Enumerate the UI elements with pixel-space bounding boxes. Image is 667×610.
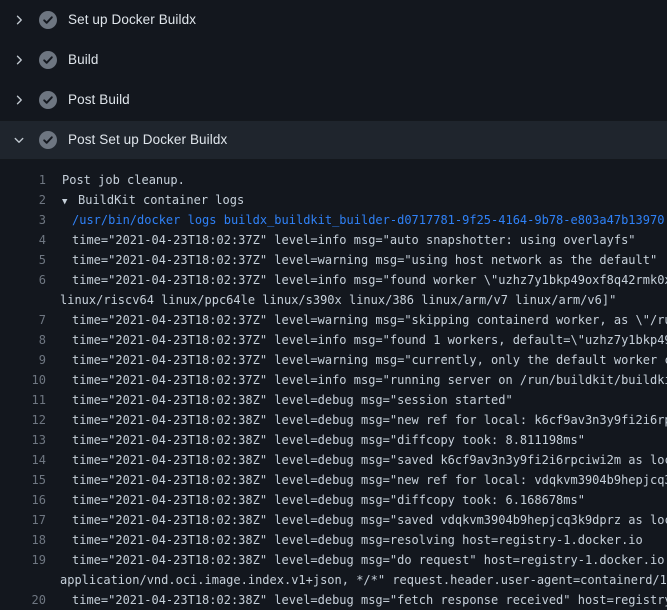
log-line-number[interactable]: 3	[0, 210, 46, 230]
log-command-text: /usr/bin/docker logs buildx_buildkit_bui…	[0, 210, 667, 230]
log-line: 6time="2021-04-23T18:02:37Z" level=info …	[0, 270, 667, 290]
log-line-text: time="2021-04-23T18:02:37Z" level=warnin…	[0, 350, 667, 370]
step-row-post-build[interactable]: Post Build	[0, 80, 667, 120]
step-row-build[interactable]: Build	[0, 40, 667, 80]
chevron-down-icon[interactable]	[13, 134, 25, 146]
log-line-number[interactable]: 10	[0, 370, 46, 390]
log-line-text: time="2021-04-23T18:02:38Z" level=debug …	[0, 510, 667, 530]
log-line-text: time="2021-04-23T18:02:38Z" level=debug …	[0, 390, 667, 410]
log-line-text: time="2021-04-23T18:02:37Z" level=info m…	[0, 270, 667, 290]
log-line: 2▼BuildKit container logs	[0, 190, 667, 210]
step-label: Post Build	[68, 93, 130, 107]
log-line-number[interactable]: 14	[0, 450, 46, 470]
log-line: 18time="2021-04-23T18:02:38Z" level=debu…	[0, 530, 667, 550]
log-line: 17time="2021-04-23T18:02:38Z" level=debu…	[0, 510, 667, 530]
log-line-number[interactable]: 16	[0, 490, 46, 510]
log-line: 5time="2021-04-23T18:02:37Z" level=warni…	[0, 250, 667, 270]
log-line: 15time="2021-04-23T18:02:38Z" level=debu…	[0, 470, 667, 490]
log-line: 7time="2021-04-23T18:02:37Z" level=warni…	[0, 310, 667, 330]
log-line-number[interactable]: 4	[0, 230, 46, 250]
log-line-number[interactable]: 6	[0, 270, 46, 290]
step-label: Post Set up Docker Buildx	[68, 133, 227, 147]
log-line: 4time="2021-04-23T18:02:37Z" level=info …	[0, 230, 667, 250]
log-lines: 1Post job cleanup.2▼BuildKit container l…	[0, 160, 667, 610]
log-line-number[interactable]: 17	[0, 510, 46, 530]
log-line-number[interactable]: 19	[0, 550, 46, 570]
log-line-text: time="2021-04-23T18:02:38Z" level=debug …	[0, 530, 667, 550]
status-check-icon	[39, 11, 57, 29]
log-line-text: Post job cleanup.	[0, 170, 667, 190]
log-line: 9time="2021-04-23T18:02:37Z" level=warni…	[0, 350, 667, 370]
chevron-right-icon[interactable]	[13, 94, 25, 106]
log-line-text: ▼BuildKit container logs	[0, 190, 667, 212]
log-line-number[interactable]: 5	[0, 250, 46, 270]
log-line-text: linux/riscv64 linux/ppc64le linux/s390x …	[0, 290, 667, 310]
log-line-number[interactable]: 1	[0, 170, 46, 190]
log-line: 10time="2021-04-23T18:02:37Z" level=info…	[0, 370, 667, 390]
log-line-number[interactable]: 7	[0, 310, 46, 330]
log-line-text: application/vnd.oci.image.index.v1+json,…	[0, 570, 667, 590]
log-line-text: time="2021-04-23T18:02:38Z" level=debug …	[0, 430, 667, 450]
log-line-text: time="2021-04-23T18:02:38Z" level=debug …	[0, 410, 667, 430]
log-line: linux/riscv64 linux/ppc64le linux/s390x …	[0, 290, 667, 310]
log-line-number[interactable]: 11	[0, 390, 46, 410]
log-line: 19time="2021-04-23T18:02:38Z" level=debu…	[0, 550, 667, 570]
log-line: 11time="2021-04-23T18:02:38Z" level=debu…	[0, 390, 667, 410]
log-line-number[interactable]: 18	[0, 530, 46, 550]
log-line: 1Post job cleanup.	[0, 170, 667, 190]
step-row-post-set-up-docker-buildx[interactable]: Post Set up Docker Buildx	[0, 120, 667, 160]
log-line: 8time="2021-04-23T18:02:37Z" level=info …	[0, 330, 667, 350]
status-check-icon	[39, 51, 57, 69]
log-line-text: time="2021-04-23T18:02:38Z" level=debug …	[0, 550, 667, 570]
steps-list: Set up Docker Buildx Build Post Build Po…	[0, 0, 667, 160]
step-label: Build	[68, 53, 99, 67]
log-line-text: time="2021-04-23T18:02:37Z" level=info m…	[0, 230, 667, 250]
log-line-number[interactable]: 9	[0, 350, 46, 370]
log-line-text: time="2021-04-23T18:02:37Z" level=warnin…	[0, 310, 667, 330]
log-line-number[interactable]: 2	[0, 190, 46, 210]
collapse-triangle-icon[interactable]: ▼	[62, 192, 78, 212]
log-line: 14time="2021-04-23T18:02:38Z" level=debu…	[0, 450, 667, 470]
log-line-number[interactable]: 20	[0, 590, 46, 610]
log-line: 16time="2021-04-23T18:02:38Z" level=debu…	[0, 490, 667, 510]
chevron-right-icon[interactable]	[13, 54, 25, 66]
log-line-text: time="2021-04-23T18:02:38Z" level=debug …	[0, 450, 667, 470]
log-line: 20time="2021-04-23T18:02:38Z" level=debu…	[0, 590, 667, 610]
log-line-text: time="2021-04-23T18:02:37Z" level=info m…	[0, 330, 667, 350]
log-line-number[interactable]: 8	[0, 330, 46, 350]
log-line-text: time="2021-04-23T18:02:37Z" level=warnin…	[0, 250, 667, 270]
log-line: application/vnd.oci.image.index.v1+json,…	[0, 570, 667, 590]
log-line-text: time="2021-04-23T18:02:38Z" level=debug …	[0, 490, 667, 510]
log-line: 3/usr/bin/docker logs buildx_buildkit_bu…	[0, 210, 667, 230]
log-line-text: time="2021-04-23T18:02:38Z" level=debug …	[0, 470, 667, 490]
log-line-text: time="2021-04-23T18:02:37Z" level=info m…	[0, 370, 667, 390]
log-line-text: time="2021-04-23T18:02:38Z" level=debug …	[0, 590, 667, 610]
step-label: Set up Docker Buildx	[68, 13, 196, 27]
chevron-right-icon[interactable]	[13, 14, 25, 26]
status-check-icon	[39, 131, 57, 149]
log-line: 12time="2021-04-23T18:02:38Z" level=debu…	[0, 410, 667, 430]
step-row-set-up-docker-buildx[interactable]: Set up Docker Buildx	[0, 0, 667, 40]
log-line-number[interactable]: 12	[0, 410, 46, 430]
status-check-icon	[39, 91, 57, 109]
log-line: 13time="2021-04-23T18:02:38Z" level=debu…	[0, 430, 667, 450]
log-line-number[interactable]: 15	[0, 470, 46, 490]
log-line-number[interactable]: 13	[0, 430, 46, 450]
